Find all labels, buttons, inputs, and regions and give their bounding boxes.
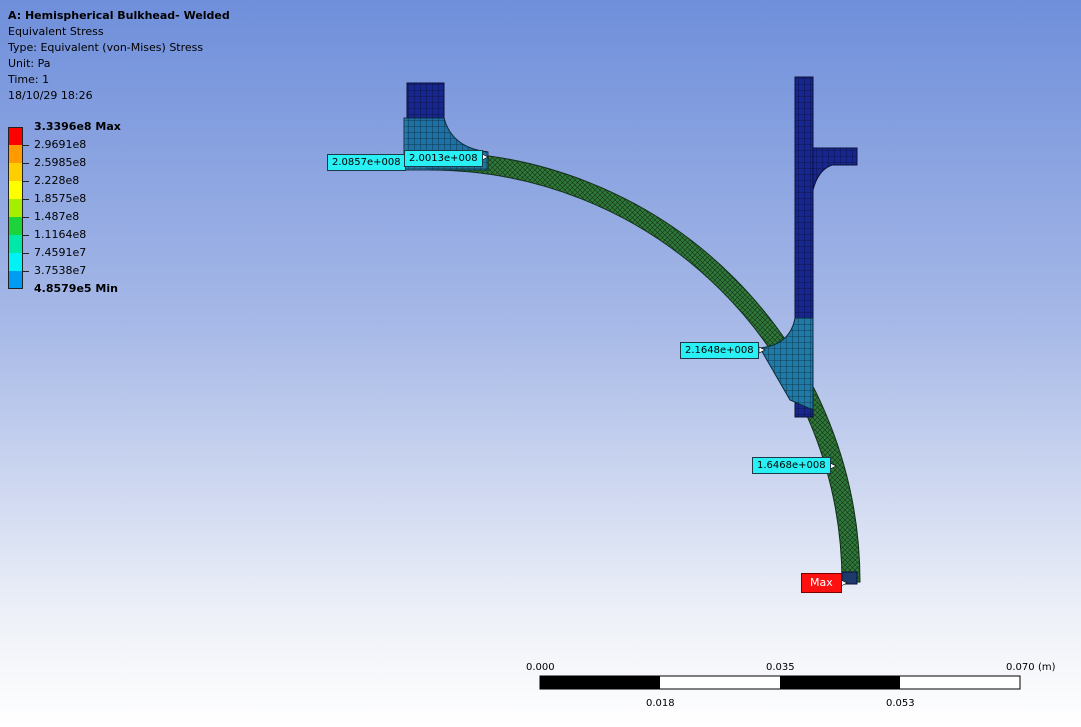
scale-label-top: 0.035 — [766, 662, 795, 673]
scale-label-bottom: 0.053 — [886, 698, 915, 709]
scale-unit: (m) — [1038, 662, 1056, 673]
model-viewport[interactable] — [0, 0, 1081, 727]
max-probe-label[interactable]: Max — [801, 573, 842, 593]
scale-label-top: 0.000 — [526, 662, 555, 673]
stiffener-flange — [812, 147, 858, 191]
scale-label-bottom: 0.018 — [646, 698, 675, 709]
probe-label-2[interactable]: 2.0013e+008 — [404, 150, 483, 167]
scale-bar-segment — [540, 676, 660, 689]
probe-label-1[interactable]: 2.0857e+008 — [327, 154, 406, 171]
scale-label-top: 0.070 — [1006, 662, 1035, 673]
scale-bar-segment — [780, 676, 900, 689]
probe-label-4[interactable]: 1.6468e+008 — [752, 457, 831, 474]
probe-label-3[interactable]: 2.1648e+008 — [680, 342, 759, 359]
